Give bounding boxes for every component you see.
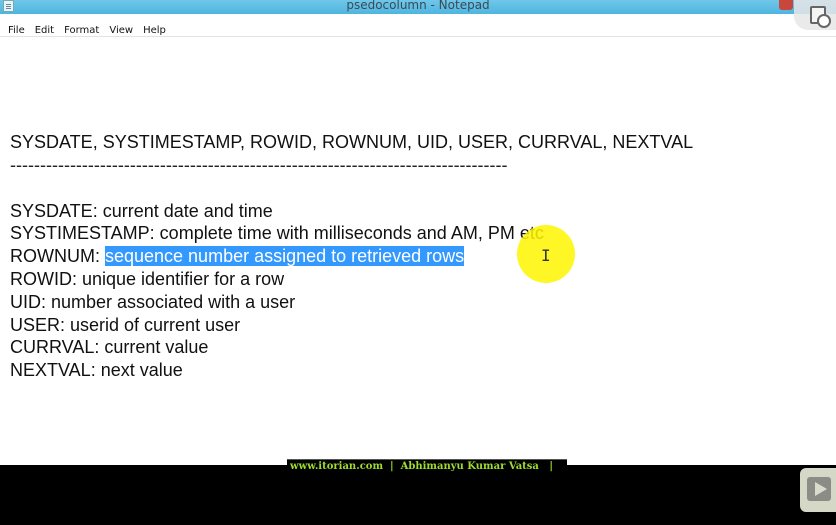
text-line: UID: number associated with a user [10,292,296,312]
menu-help[interactable]: Help [139,22,170,36]
menu-format[interactable]: Format [60,22,103,36]
menu-bar: File Edit Format View Help [0,18,836,37]
play-icon[interactable] [800,468,836,512]
caption-text: www.itorian.com | Abhimanyu Kumar Vatsa … [290,461,553,472]
window-title: psedocolumn - Notepad [346,0,490,12]
close-icon[interactable] [779,0,793,10]
rownum-line: ROWNUM: sequence number assigned to retr… [10,245,465,267]
rownum-label: ROWNUM: [10,246,105,266]
menu-file[interactable]: File [4,22,29,36]
notepad-window: psedocolumn - Notepad File Edit Format View… [0,0,836,465]
menu-edit[interactable]: Edit [31,22,58,36]
text-line: NEXTVAL: next value [10,360,183,380]
screen-recorder-icon[interactable] [794,0,836,30]
menu-view[interactable]: View [105,22,137,36]
video-caption: www.itorian.com | Abhimanyu Kumar Vatsa … [287,459,567,476]
separator-line: ----------------------------------------… [10,155,508,175]
header-line: SYSDATE, SYSTIMESTAMP, ROWID, ROWNUM, UI… [10,132,694,152]
title-bar[interactable]: psedocolumn - Notepad [0,0,836,14]
text-cursor-icon: I [541,246,551,265]
text-line: CURRVAL: current value [10,337,209,357]
text-editor[interactable]: SYSDATE, SYSTIMESTAMP, ROWID, ROWNUM, UI… [0,37,836,465]
text-line: SYSTIMESTAMP: complete time with millise… [10,223,544,243]
selected-text[interactable]: sequence number assigned to retrieved ro… [104,246,465,266]
text-line: SYSDATE: current date and time [10,201,273,221]
text-line: USER: userid of current user [10,315,241,335]
text-line: ROWID: unique identifier for a row [10,269,285,289]
